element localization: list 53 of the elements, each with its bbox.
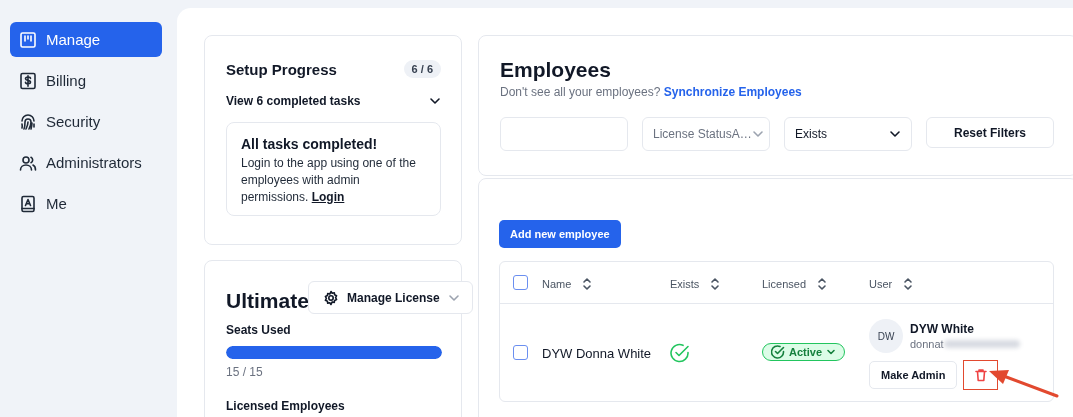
reset-filters-button[interactable]: Reset Filters xyxy=(926,117,1054,148)
licensed-label: Licensed Employees xyxy=(226,399,346,413)
check-circle-icon xyxy=(771,344,785,359)
column-header[interactable]: Name xyxy=(542,276,594,291)
column-header[interactable]: User xyxy=(869,276,915,291)
seats-count: 15 / 15 xyxy=(226,365,264,379)
exists-dropdown[interactable]: Exists xyxy=(784,117,912,151)
sidebar-item[interactable]: Me xyxy=(10,186,162,221)
sort-icon xyxy=(902,276,915,291)
subtitle: Don't see all your employees? Synchronize Employees xyxy=(500,85,803,99)
user-name: DYW White xyxy=(910,322,975,336)
annotation-arrow xyxy=(987,368,1059,398)
board-icon xyxy=(19,30,37,49)
plan-title: Ultimate xyxy=(226,288,308,313)
manage-license-button[interactable]: Manage License xyxy=(308,281,473,314)
sync-link[interactable]: Synchronize Employees xyxy=(663,85,802,99)
sort-icon xyxy=(709,276,722,291)
dollar-icon xyxy=(19,71,37,90)
sidebar-item[interactable]: Administrators xyxy=(10,145,162,180)
search-field[interactable] xyxy=(500,117,628,151)
make-admin-button[interactable]: Make Admin xyxy=(869,361,958,389)
status-badge[interactable]: Active xyxy=(762,342,846,361)
column-header[interactable]: Licensed xyxy=(762,276,829,291)
delete-button[interactable] xyxy=(963,360,999,390)
notice-text: Login to the app using one of the employees with admin permissions. Login xyxy=(241,155,417,206)
chevron-down-icon xyxy=(429,95,441,107)
fingerprint-icon xyxy=(19,112,37,131)
login-link[interactable]: Login xyxy=(311,190,345,204)
gear-icon xyxy=(323,289,339,306)
users-icon xyxy=(19,153,37,172)
chevron-down-icon xyxy=(751,128,764,140)
sort-icon xyxy=(581,276,594,291)
seats-label: Seats Used xyxy=(226,323,292,337)
sidebar-item[interactable]: Billing xyxy=(10,63,162,98)
column-header[interactable]: Exists xyxy=(670,276,722,291)
trash-icon xyxy=(973,368,988,382)
user-email: donnat xyxy=(910,338,944,350)
chevron-down-icon xyxy=(889,128,901,140)
sidebar-item[interactable]: Security xyxy=(10,104,162,139)
avatar: DW xyxy=(869,319,903,353)
tasks-toggle[interactable]: View 6 completed tasks xyxy=(226,94,441,108)
page-title: Employees xyxy=(500,58,612,82)
add-employee-button[interactable]: Add new employee xyxy=(499,220,621,248)
sidebar-item[interactable]: Manage xyxy=(10,22,162,57)
sort-icon xyxy=(816,276,829,291)
card-title: Setup Progress xyxy=(226,60,337,78)
progress-badge: 6 / 6 xyxy=(403,60,441,78)
checkbox[interactable] xyxy=(513,345,528,360)
checkbox[interactable] xyxy=(513,275,528,290)
notice-title: All tasks completed! xyxy=(241,136,379,152)
license-status-dropdown[interactable]: License StatusA… xyxy=(642,117,770,151)
contact-book-icon xyxy=(19,194,37,213)
table-cell: DYW Donna White xyxy=(542,345,652,361)
